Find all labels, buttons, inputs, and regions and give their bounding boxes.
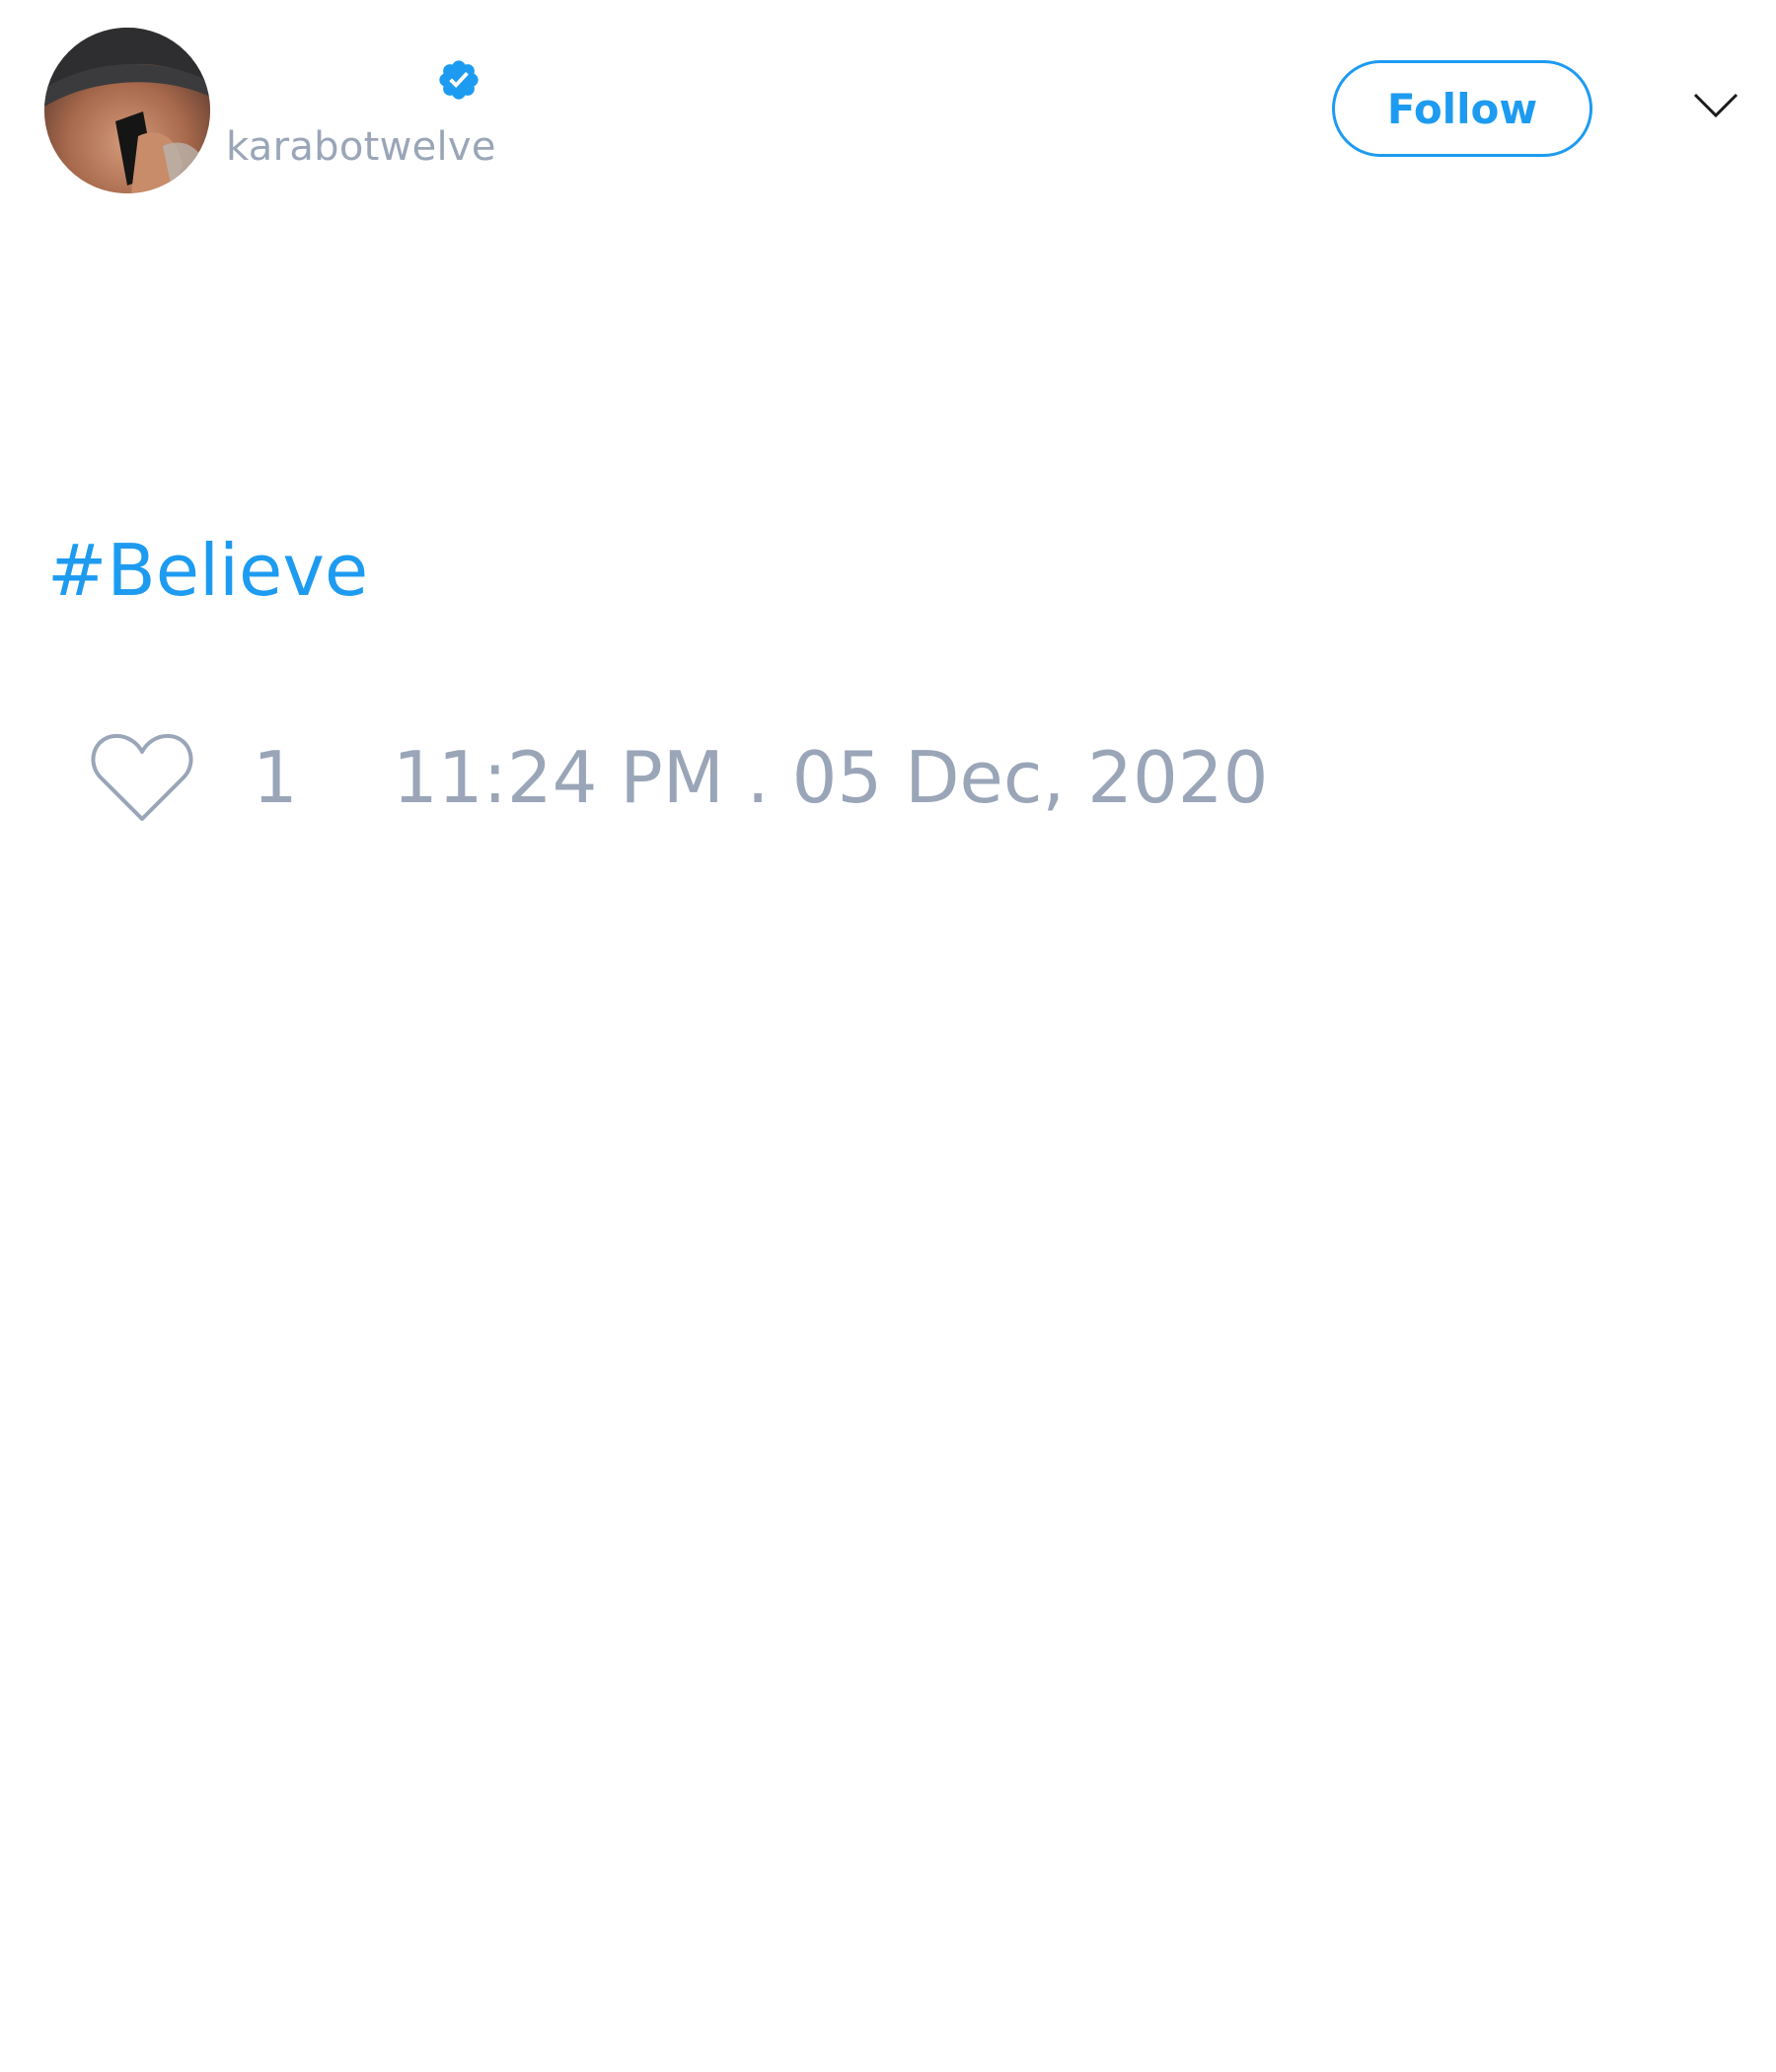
verified-badge-icon	[439, 60, 479, 100]
follow-button[interactable]: Follow	[1332, 60, 1592, 157]
avatar[interactable]	[44, 28, 210, 193]
heart-icon[interactable]	[89, 730, 195, 825]
avatar-image	[44, 28, 210, 193]
tweet-card: karabotwelve Follow #Believe 1 11:24 PM …	[0, 0, 1776, 2072]
user-handle[interactable]: karabotwelve	[226, 124, 496, 170]
chevron-down-icon[interactable]	[1692, 91, 1739, 120]
tweet-timestamp[interactable]: 11:24 PM . 05 Dec, 2020	[393, 736, 1268, 819]
like-count: 1	[253, 736, 298, 819]
hashtag-link[interactable]: #Believe	[47, 529, 368, 612]
